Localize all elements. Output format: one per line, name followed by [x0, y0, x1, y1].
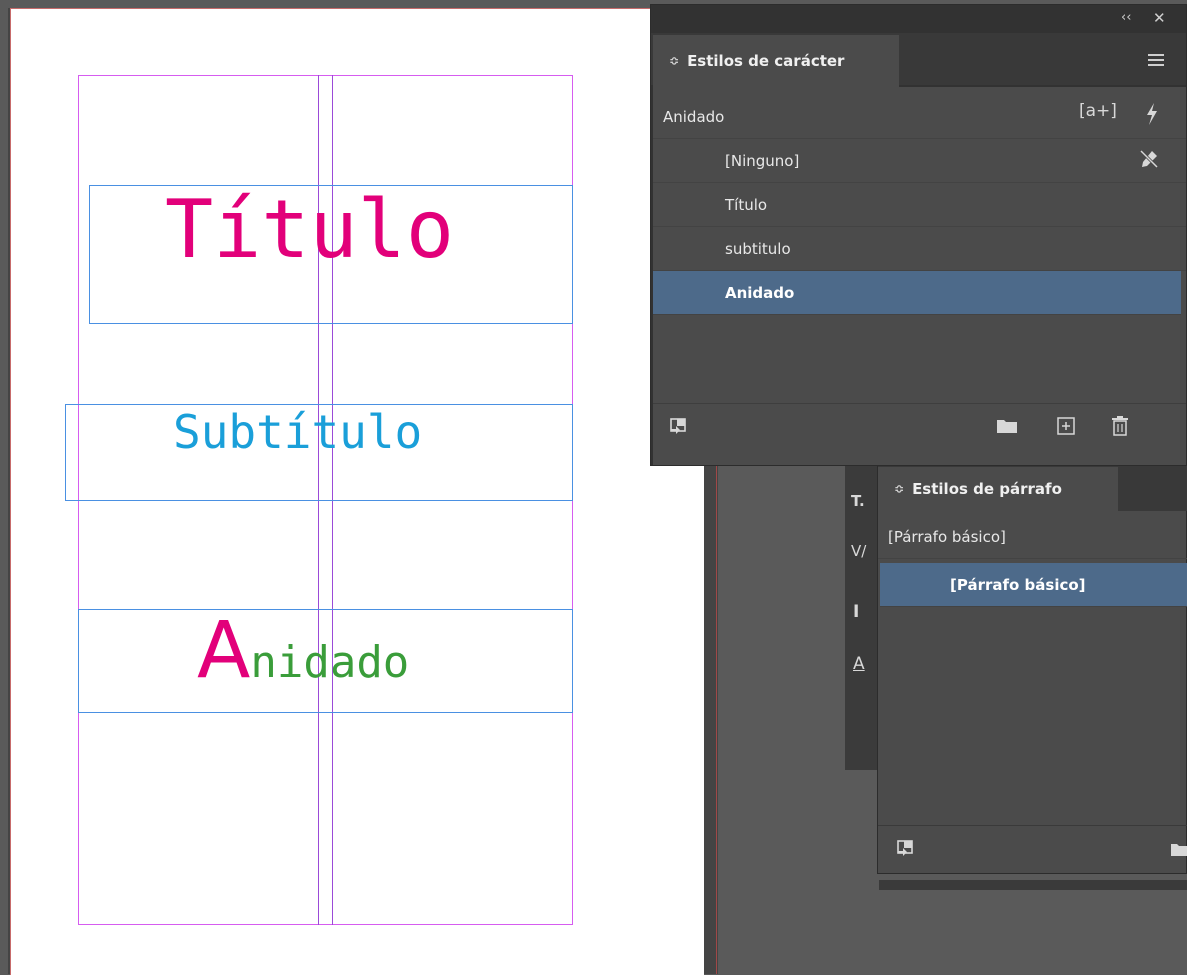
paragraph-styles-panel: ≎ Estilos de párrafo [Párrafo básico] [P… [877, 462, 1187, 874]
char-style-item-titulo[interactable]: Título [653, 183, 1186, 227]
panel-title-strip: ‹‹ ✕ [651, 5, 1186, 33]
char-style-item-subtitulo[interactable]: subtitulo [653, 227, 1186, 271]
char-style-item-label: [Ninguno] [725, 151, 800, 170]
char-style-item-label: subtitulo [725, 239, 791, 258]
leading-icon[interactable]: I [853, 602, 859, 622]
char-footer-divider [653, 403, 1186, 404]
kerning-icon[interactable]: V/ [851, 542, 866, 560]
para-style-item-label: [Párrafo básico] [950, 575, 1086, 594]
new-style-override-icon[interactable]: [a+] [1079, 101, 1117, 121]
folder-icon[interactable] [1170, 839, 1187, 859]
lightning-icon[interactable] [1141, 101, 1163, 127]
para-footer-divider [878, 825, 1187, 826]
char-style-item-ninguno[interactable]: [Ninguno] [653, 139, 1186, 183]
char-style-item-label: Título [725, 195, 768, 214]
hamburger-menu-icon[interactable] [1145, 49, 1167, 71]
panel-resize-strip[interactable] [879, 880, 1187, 890]
text-frame-icon[interactable]: T. [851, 492, 865, 510]
character-styles-panel: ‹‹ ✕ ≎ Estilos de carácter Anidado [a+] … [650, 4, 1187, 466]
load-styles-icon[interactable] [667, 415, 691, 437]
title-text: Título [165, 183, 454, 276]
margin-guide-bottom [78, 924, 573, 925]
margin-guide-top [78, 75, 573, 76]
tab-estilos-de-caracter[interactable]: ≎ Estilos de carácter [653, 35, 899, 87]
tab-estilos-de-parrafo[interactable]: ≎ Estilos de párrafo [878, 467, 1118, 511]
close-panel-icon[interactable]: ✕ [1153, 9, 1166, 27]
tab-chevron-icon: ≎ [894, 482, 905, 496]
char-current-style-label: Anidado [663, 107, 725, 126]
collapse-panel-icon[interactable]: ‹‹ [1121, 10, 1131, 25]
para-style-item[interactable]: [Párrafo básico] [880, 563, 1187, 607]
tool-strip: T. V/ I A [845, 462, 879, 770]
nested-text-rest: nidado [250, 637, 410, 688]
baseline-icon[interactable]: A [853, 654, 865, 674]
subtitle-text: Subtítulo [173, 405, 423, 459]
pen-strike-icon[interactable] [1137, 147, 1161, 171]
load-styles-icon[interactable] [894, 837, 918, 859]
para-current-style: [Párrafo básico] [878, 515, 1187, 559]
char-style-item-label: Anidado [725, 283, 795, 302]
para-tab-label: Estilos de párrafo [912, 480, 1062, 498]
nested-text: Anidado [197, 606, 409, 708]
folder-icon[interactable] [995, 415, 1019, 437]
bleed-guide [716, 466, 717, 974]
nested-text-cap: A [197, 606, 251, 696]
new-style-icon[interactable] [1055, 415, 1077, 437]
tab-chevron-icon: ≎ [669, 54, 680, 68]
para-current-style-label: [Párrafo básico] [888, 527, 1006, 546]
char-tab-label: Estilos de carácter [687, 52, 845, 70]
delete-icon[interactable] [1109, 415, 1131, 437]
char-style-item-anidado[interactable]: Anidado [653, 271, 1181, 315]
